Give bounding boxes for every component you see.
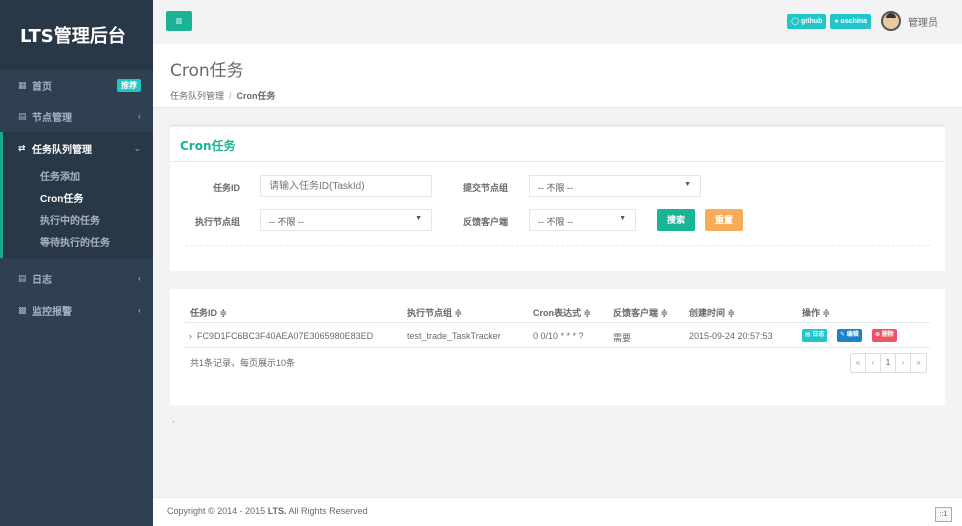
col-header-created[interactable]: 创建时间 ≑ (689, 306, 735, 319)
grid-icon: ▦ (18, 79, 27, 90)
copyright-prefix: Copyright © 2014 - 2015 (167, 506, 268, 516)
list-icon: ▤ (18, 110, 27, 121)
sidebar-item-nodes[interactable]: ▤ 节点管理 ‹ (0, 100, 153, 132)
sidebar-group-queue: ⇄ 任务队列管理 ⌄ 任务添加 Cron任务 执行中的任务 等待执行的任务 (0, 132, 153, 258)
brand[interactable]: LTS管理后台 (0, 0, 153, 70)
caret-down-icon: ▼ (619, 215, 626, 222)
menu-toggle-button[interactable]: ≡ (166, 11, 192, 31)
avatar[interactable] (881, 11, 901, 31)
col-header-operations: 操作 ≑ (802, 308, 831, 318)
feedback-client-label: 反馈客户端 (463, 217, 509, 227)
copyright-suffix: All Rights Reserved (286, 506, 368, 516)
breadcrumb-current: Cron任务 (236, 91, 276, 101)
sidebar-subitem-cron-task[interactable]: Cron任务 (3, 186, 153, 208)
file-icon: ▤ (18, 272, 27, 283)
copyright-brand: LTS. (267, 506, 287, 516)
log-button[interactable]: ▤ 日志 (802, 329, 828, 342)
edit-button[interactable]: ✎ 编辑 (837, 329, 862, 342)
submit-group-select[interactable]: -- 不限 -- ▼ (529, 175, 701, 197)
breadcrumb-separator: / (229, 91, 232, 101)
sidebar-item-logs[interactable]: ▤ 日志 ‹ (0, 262, 153, 294)
exec-group-select[interactable]: -- 不限 -- ▼ (260, 209, 432, 231)
sidebar-item-label: 任务队列管理 (32, 144, 92, 156)
breadcrumb-link-queue[interactable]: 任务队列管理 (170, 91, 224, 101)
sidebar-subitem-waiting-tasks[interactable]: 等待执行的任务 (3, 230, 153, 252)
page-number-button[interactable]: 1 (881, 354, 896, 372)
sidebar-item-monitor[interactable]: ▩ 监控报警 ‹ (0, 294, 153, 326)
feedback-client-value: -- 不限 -- (538, 217, 573, 227)
caret-down-icon: ▼ (684, 181, 691, 188)
col-header-cron[interactable]: Cron表达式 ≑ (533, 306, 591, 319)
oschina-label: oschina (840, 17, 867, 25)
sidebar-item-label: 监控报警 (32, 306, 72, 318)
shuffle-icon: ⇄ (18, 142, 26, 153)
edit-button-label: 编辑 (846, 332, 859, 338)
sidebar-item-label: 日志 (32, 274, 52, 286)
page-first-button[interactable]: « (851, 354, 866, 372)
row-divider (185, 347, 930, 348)
pagination-summary: 共1条记录，每页展示10条 (190, 358, 296, 368)
col-header-exec-group[interactable]: 执行节点组 ≑ (407, 306, 462, 319)
submit-group-value: -- 不限 -- (538, 183, 573, 193)
caret-down-icon: ▼ (415, 215, 422, 222)
github-label: github (800, 17, 823, 25)
cell-exec-group: test_trade_TaskTracker (407, 331, 501, 341)
feedback-client-select[interactable]: -- 不限 -- ▼ (529, 209, 636, 231)
top-right-group: ◯ github ● oschina 管理员 (787, 11, 938, 31)
footer: Copyright © 2014 - 2015 LTS. All Rights … (153, 497, 962, 526)
top-navbar: ≡ ◯ github ● oschina 管理员 (153, 0, 962, 44)
header-divider (185, 322, 930, 323)
col-header-task-id[interactable]: 任务ID ≑ (190, 306, 227, 319)
expand-row-icon[interactable]: › (189, 331, 192, 341)
pagination: « ‹ 1 › » (850, 353, 927, 373)
delete-button-label: 删除 (881, 332, 894, 338)
sidebar-item-label: 首页 (32, 81, 52, 93)
breadcrumb: 任务队列管理 / Cron任务 (170, 89, 945, 102)
chevron-down-icon: ⌄ (133, 142, 141, 153)
corner-indicator: ::1 (935, 507, 952, 522)
search-panel: Cron任务 任务ID 提交节点组 -- 不限 -- ▼ 执行节点组 -- 不限… (170, 124, 945, 271)
sidebar: LTS管理后台 ▦ 首页 推荐 ▤ 节点管理 ‹ ⇄ 任务队列管理 ⌄ 任务添加… (0, 0, 153, 526)
chevron-left-icon: ‹ (138, 305, 141, 315)
col-header-feedback[interactable]: 反馈客户端 ≑ (613, 306, 668, 319)
page-last-button[interactable]: » (911, 354, 926, 372)
reset-button[interactable]: 重置 (705, 209, 743, 231)
chevron-left-icon: ‹ (138, 111, 141, 121)
sidebar-item-home[interactable]: ▦ 首页 推荐 (0, 70, 153, 100)
log-button-label: 日志 (812, 332, 825, 338)
sidebar-subitem-running-tasks[interactable]: 执行中的任务 (3, 208, 153, 230)
bar-chart-icon: ▩ (18, 304, 27, 315)
divider (185, 245, 930, 246)
delete-button[interactable]: ⊗ 删除 (872, 329, 897, 342)
task-id-input[interactable] (260, 175, 432, 197)
task-table-panel: 任务ID ≑ 执行节点组 ≑ Cron表达式 ≑ 反馈客户端 ≑ 创建时间 ≑ … (170, 289, 945, 405)
admin-name[interactable]: 管理员 (908, 14, 938, 29)
page-prev-button[interactable]: ‹ (866, 354, 881, 372)
sidebar-subitem-add-task[interactable]: 任务添加 (3, 164, 153, 186)
oschina-button[interactable]: ● oschina (830, 13, 871, 29)
chevron-left-icon: ‹ (138, 273, 141, 283)
search-button[interactable]: 搜索 (657, 209, 695, 231)
task-id-label: 任务ID (213, 183, 241, 193)
search-panel-title: Cron任务 (170, 127, 945, 162)
brand-title: LTS管理后台 (20, 26, 126, 47)
page-heading: Cron任务 任务队列管理 / Cron任务 (153, 44, 962, 108)
sidebar-item-queue[interactable]: ⇄ 任务队列管理 ⌄ (3, 132, 153, 164)
page-next-button[interactable]: › (896, 354, 911, 372)
recommend-badge: 推荐 (117, 78, 141, 92)
submit-group-label: 提交节点组 (463, 183, 509, 193)
stray-text: ` (172, 420, 175, 430)
exec-group-value: -- 不限 -- (269, 217, 304, 227)
cell-cron: 0 0/10 * * * ? (533, 331, 584, 341)
page-title: Cron任务 (170, 61, 244, 81)
cell-feedback: 需要 (613, 333, 632, 343)
cell-created: 2015-09-24 20:57:53 (689, 331, 773, 341)
sidebar-item-label: 节点管理 (32, 112, 72, 124)
exec-group-label: 执行节点组 (195, 217, 241, 227)
cell-task-id: FC9D1FC6BC3F40AEA07E3065980E83ED (197, 331, 374, 341)
github-button[interactable]: ◯ github (787, 13, 827, 29)
